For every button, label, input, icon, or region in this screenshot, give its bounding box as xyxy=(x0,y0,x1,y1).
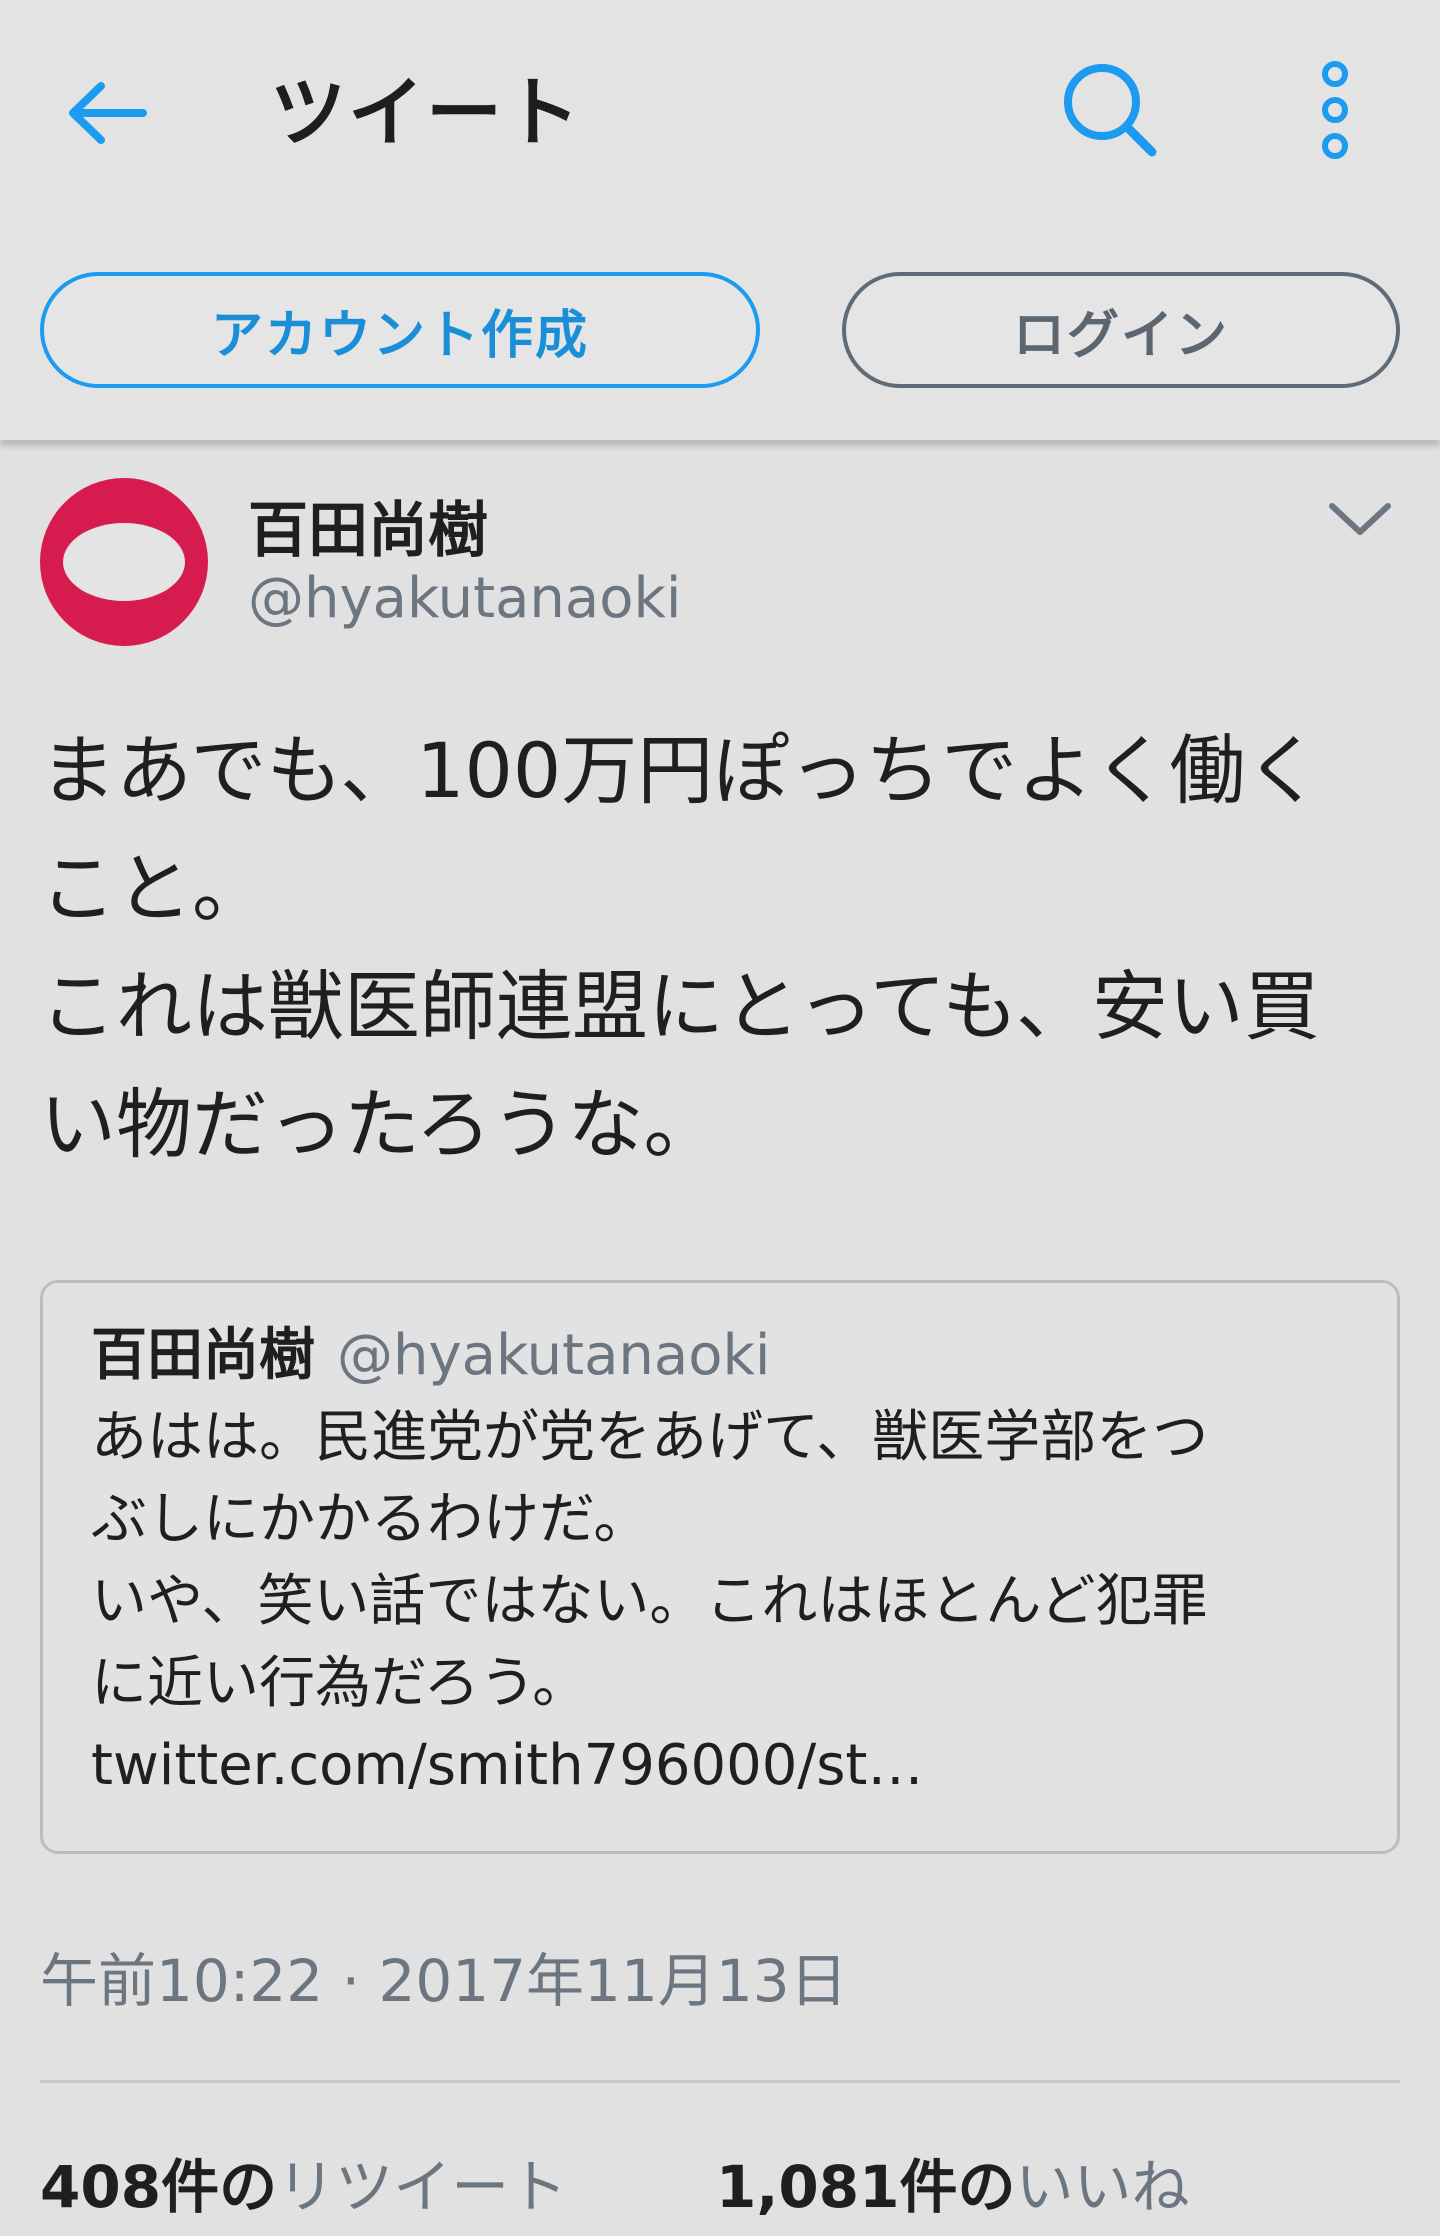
author-handle[interactable]: @hyakutanaoki xyxy=(248,566,681,631)
top-app-bar: ツイート アカウント作成 ログイン xyxy=(0,0,1440,440)
back-button[interactable] xyxy=(52,58,162,168)
create-account-button[interactable]: アカウント作成 xyxy=(40,272,760,388)
avatar-image xyxy=(63,523,185,601)
likes-count: 1,081件の xyxy=(716,2153,1016,2221)
arrow-left-icon xyxy=(69,82,147,144)
retweets-stat[interactable]: 408件のリツイート xyxy=(40,2140,567,2224)
quoted-tweet-text: あはは。民進党が党をあげて、獣医学部をつ ぶしにかかるわけだ。 いや、笑い話では… xyxy=(91,1405,1209,1716)
more-options-button[interactable] xyxy=(1290,50,1380,170)
quoted-author-name: 百田尚樹 xyxy=(91,1323,315,1388)
author-name[interactable]: 百田尚樹 xyxy=(248,482,488,569)
divider xyxy=(40,2080,1400,2083)
likes-label: いいね xyxy=(1015,2153,1190,2221)
tweet-menu-button[interactable] xyxy=(1320,480,1400,560)
avatar[interactable] xyxy=(40,478,208,646)
login-button[interactable]: ログイン xyxy=(842,272,1400,388)
quoted-author-handle: @hyakutanaoki xyxy=(337,1323,771,1388)
retweets-count: 408件の xyxy=(40,2153,278,2221)
quoted-tweet[interactable]: 百田尚樹 @hyakutanaoki あはは。民進党が党をあげて、獣医学部をつ ぶ… xyxy=(40,1280,1400,1854)
tweet-timestamp: 午前10:22 · 2017年11月13日 xyxy=(40,1947,848,2015)
more-vertical-icon xyxy=(1322,61,1348,159)
search-icon xyxy=(1064,64,1157,157)
page-title: ツイート xyxy=(270,68,582,157)
likes-stat[interactable]: 1,081件のいいね xyxy=(716,2140,1189,2224)
search-button[interactable] xyxy=(1050,50,1170,170)
tweet-text: まあでも、100万円ぽっちでよく働く こと。 これは獣医師連盟にとっても、安い買… xyxy=(40,726,1322,1169)
quoted-tweet-link[interactable]: twitter.com/smith796000/st… xyxy=(91,1725,1349,1807)
quoted-tweet-header: 百田尚樹 @hyakutanaoki xyxy=(91,1315,1349,1397)
retweets-label: リツイート xyxy=(277,2153,568,2221)
chevron-down-icon xyxy=(1329,503,1391,535)
